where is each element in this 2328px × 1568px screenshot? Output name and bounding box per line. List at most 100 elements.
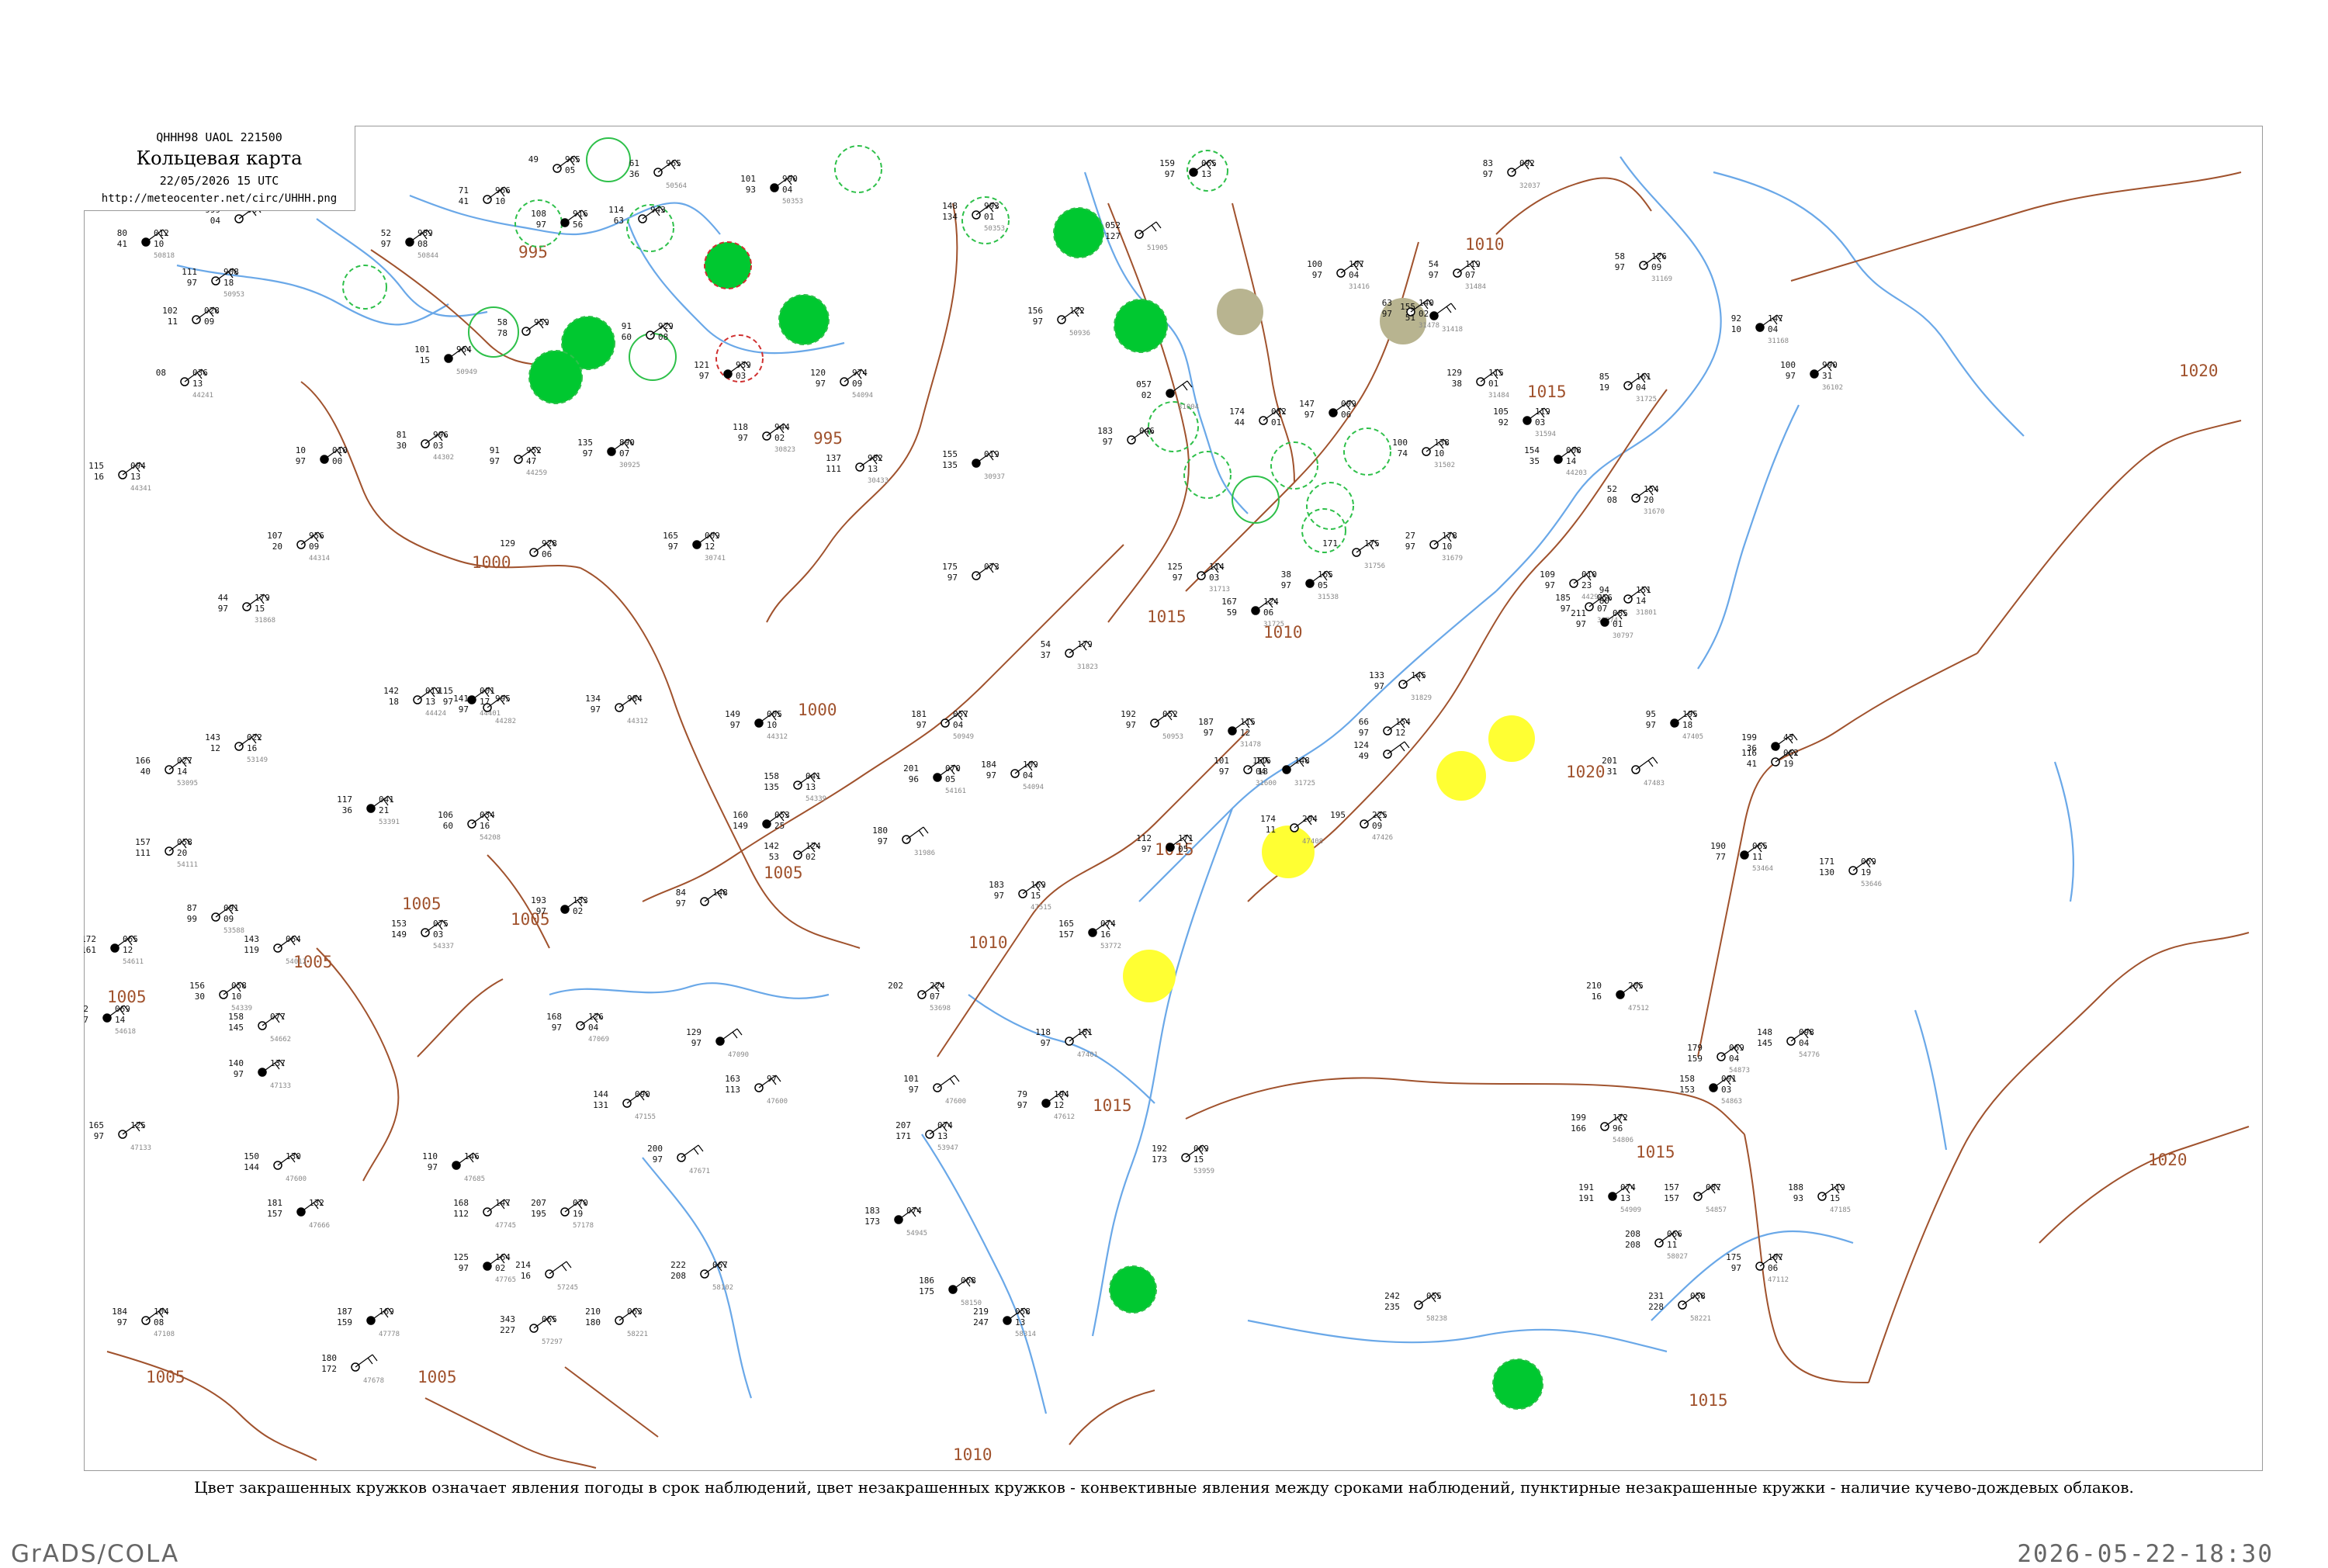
station-temperature: 158: [1679, 1074, 1695, 1084]
station-tendency: 03: [1721, 1085, 1731, 1095]
station-dewpoint: 97: [986, 770, 996, 781]
station-index: 47600: [767, 1098, 788, 1106]
station-dewpoint: 60: [443, 821, 453, 831]
station-tendency: 13: [1620, 1193, 1630, 1203]
station-temperature: 172: [84, 934, 96, 944]
station-plot: 16597 125 47133: [88, 1120, 151, 1152]
river: [316, 218, 488, 317]
river: [1697, 404, 1800, 670]
station-tendency: 07: [930, 992, 940, 1002]
station-dewpoint: 19: [1599, 382, 1609, 393]
station-index: 50353: [984, 225, 1005, 233]
station-plot: 10097 10704 31416: [1307, 259, 1370, 291]
station-pressure: 022: [247, 732, 262, 742]
station-tendency: 13: [192, 379, 203, 389]
station-index: 47155: [635, 1113, 656, 1121]
station-plot: 14997 00510 44312: [725, 709, 788, 741]
station-tendency: 00: [332, 456, 342, 466]
station-plot: 18797 11512 31478: [1198, 717, 1261, 749]
station-index: 47612: [1054, 1113, 1075, 1121]
station-dewpoint: 130: [1819, 867, 1834, 877]
station-temperature: 08: [156, 368, 166, 378]
station-plot: 11897 181 47401: [1035, 1027, 1098, 1059]
station-temperature: 44: [218, 593, 229, 603]
station-temperature: 175: [1726, 1252, 1741, 1262]
station-index: 31478: [1240, 741, 1261, 749]
station-pressure: 082: [1271, 407, 1287, 417]
station-index: 54161: [945, 787, 966, 795]
station-dewpoint: 149: [391, 929, 407, 940]
station-index: 44259: [526, 469, 547, 477]
wind-barb-icon: [549, 1261, 572, 1275]
isobar-label: 1015: [1147, 607, 1187, 626]
cb-dashed-circle: [1183, 451, 1232, 499]
rain-circle: [528, 350, 583, 404]
station-temperature: 222: [670, 1260, 686, 1270]
station-index: 31502: [1434, 462, 1455, 469]
station-index: 53391: [379, 819, 400, 826]
station-tendency: 05: [1178, 844, 1188, 854]
storm-circle: [1488, 715, 1535, 762]
station-pressure: 966: [495, 185, 511, 196]
station-index: 47778: [379, 1331, 400, 1338]
station-pressure: 119: [1465, 259, 1481, 269]
station-plot: 172161 06512 54611: [84, 934, 144, 966]
station-pressure: 027: [177, 756, 192, 766]
station-temperature: 54: [1429, 259, 1439, 269]
wind-barb-icon: [1138, 221, 1162, 235]
station-temperature: 105: [1493, 407, 1509, 417]
station-dewpoint: 97: [994, 891, 1004, 901]
station-dewpoint: 93: [746, 185, 756, 195]
station-pressure: 225: [1372, 810, 1387, 820]
station-pressure: 952: [526, 445, 542, 455]
station-plot: 219247 05813 58314: [973, 1307, 1036, 1338]
river: [549, 982, 830, 999]
isobar-label: 995: [813, 429, 843, 448]
station-dewpoint: 228: [1648, 1302, 1664, 1312]
isobar: [1069, 1390, 1155, 1445]
station-plot: 180172 47678: [321, 1353, 384, 1385]
river: [1091, 808, 1234, 1337]
station-pressure: 077: [270, 1012, 286, 1022]
isobar-label: 1005: [417, 1368, 457, 1386]
isobar-label: 1010: [968, 933, 1008, 952]
station-tendency: 08: [658, 332, 668, 342]
station-temperature: 100: [1307, 259, 1322, 269]
station-plot: 208208 06611 58027: [1625, 1229, 1688, 1261]
station-temperature: 210: [585, 1307, 601, 1317]
convective-ring: [1232, 476, 1280, 524]
rain-circle: [1114, 299, 1168, 353]
station-tendency: 05: [945, 774, 955, 784]
station-temperature: 191: [1578, 1182, 1594, 1192]
station-dewpoint: 127: [1105, 231, 1121, 241]
station-temperature: 94: [1599, 585, 1610, 595]
station-dewpoint: 97: [691, 1038, 702, 1048]
station-plot: 052127 51905: [1105, 220, 1168, 252]
station-temperature: 129: [500, 538, 515, 549]
station-pressure: 43: [1783, 732, 1793, 742]
station-dewpoint: 97: [1312, 270, 1322, 280]
isobar-label: 1015: [1689, 1391, 1728, 1410]
station-temperature: 174: [1260, 814, 1276, 824]
station-pressure: 126: [588, 1012, 604, 1022]
station-pressure: 130: [286, 1151, 301, 1161]
cb-dashed-circle: [342, 265, 387, 310]
station-index: 44241: [192, 392, 213, 400]
station-pressure: 074: [1620, 1182, 1636, 1192]
station-dewpoint: 134: [942, 212, 958, 222]
station-tendency: 04: [1729, 1054, 1740, 1064]
station-temperature: 154: [1524, 445, 1540, 455]
station-dewpoint: 166: [1571, 1123, 1586, 1134]
station-dewpoint: 74: [1398, 448, 1408, 459]
station-temperature: 168: [453, 1198, 469, 1208]
station-dewpoint: 159: [337, 1317, 352, 1327]
station-pressure: 929: [658, 321, 674, 331]
station-index: 31679: [1442, 555, 1463, 562]
station-dewpoint: 97: [699, 371, 709, 381]
station-plot: 207171 07413 53947: [896, 1120, 958, 1152]
station-temperature: 142: [383, 686, 399, 696]
isobar: [1697, 652, 1978, 1057]
station-index: 31713: [1209, 586, 1230, 594]
station-tendency: 11: [1752, 852, 1762, 862]
station-temperature: 155: [942, 449, 958, 459]
